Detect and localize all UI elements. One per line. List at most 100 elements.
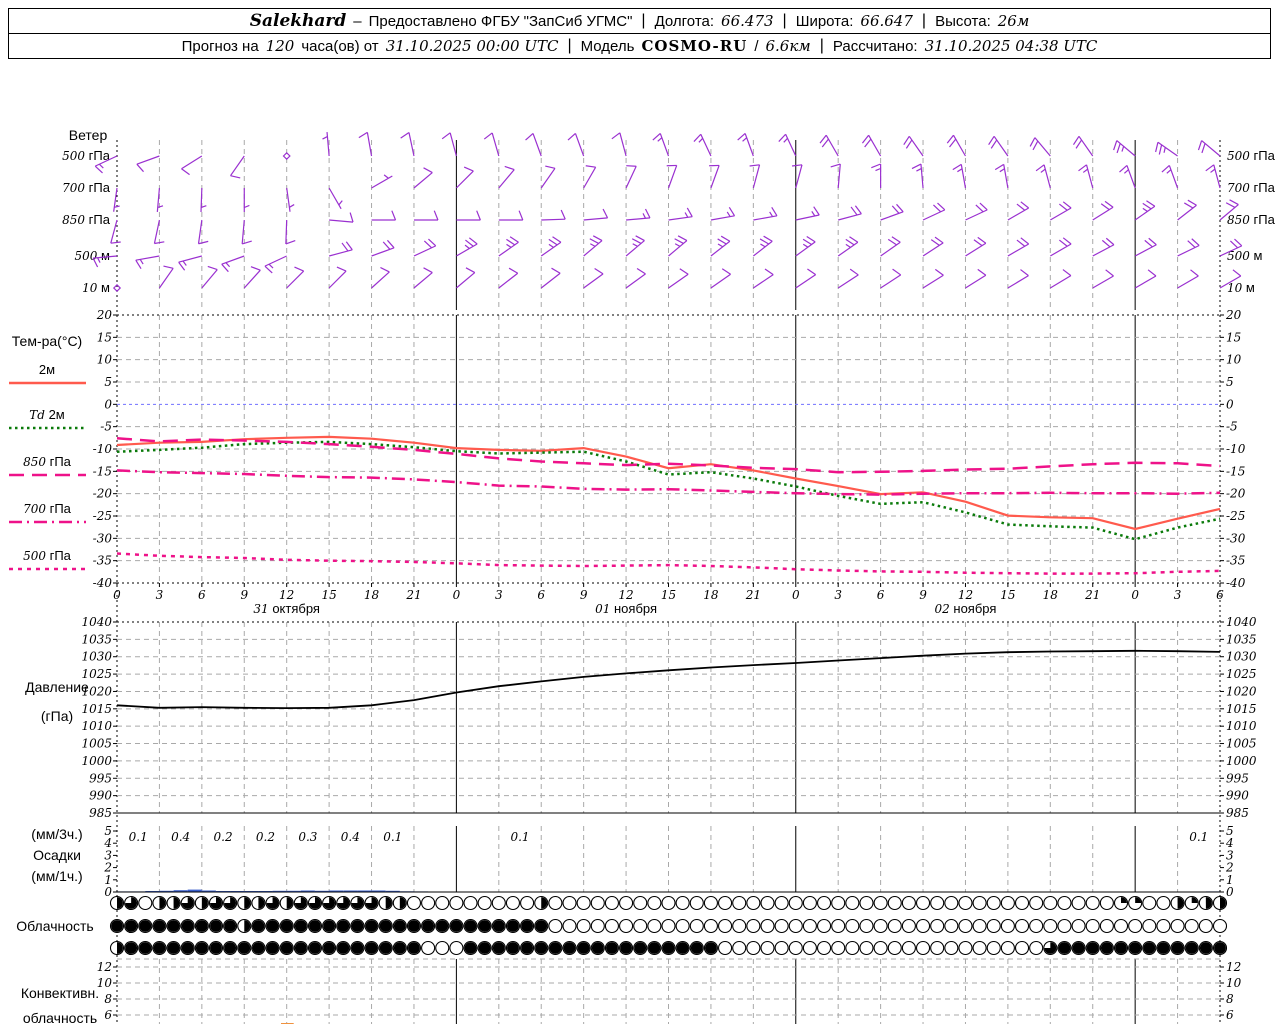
- tick-label: 1010: [1226, 719, 1257, 733]
- tick-label: -15: [93, 464, 112, 478]
- hour-label: 15: [321, 588, 336, 602]
- hour-label: 0: [792, 588, 800, 602]
- tick-label: 990: [89, 789, 112, 803]
- tick-label: 1040: [81, 615, 112, 629]
- longitude-value: 66.473: [721, 12, 774, 30]
- run-datetime: 31.10.2025 00:00 UTC: [385, 37, 559, 55]
- tick-label: 0: [1226, 885, 1234, 899]
- hour-label: 6: [1216, 588, 1224, 602]
- temp-legend-label: 500 гПа: [23, 548, 72, 563]
- hour-label: 15: [1000, 588, 1015, 602]
- tick-label: -10: [93, 442, 113, 456]
- latitude-label: Широта:: [795, 12, 854, 30]
- hour-label: 21: [405, 588, 421, 602]
- cloud-row: [109, 918, 1228, 934]
- hour-label: 6: [537, 588, 545, 602]
- hour-label: 6: [877, 588, 885, 602]
- forecast-mid: часа(ов) от: [301, 37, 379, 55]
- tick-label: 0: [1226, 397, 1234, 411]
- convective-section-title-2: облачность: [23, 1010, 97, 1024]
- tick-label: -40: [93, 576, 113, 590]
- model-name: COSMO-RU: [641, 37, 748, 55]
- header-line-2: Прогноз на 120 часа(ов) от 31.10.2025 00…: [8, 33, 1271, 59]
- wind-level-label-left: 10 м: [82, 280, 110, 295]
- hour-label: 15: [661, 588, 676, 602]
- tick-label: 995: [89, 771, 112, 785]
- cloud-row: [109, 895, 1228, 911]
- calc-label: Рассчитано:: [832, 37, 918, 55]
- tick-label: -15: [1226, 464, 1245, 478]
- hour-label: 21: [745, 588, 761, 602]
- tick-label: 20: [96, 308, 113, 322]
- precip-amount-label: 0.1: [129, 830, 148, 844]
- tick-label: 20: [1225, 308, 1242, 322]
- hour-label: 12: [958, 588, 973, 602]
- hour-label: 3: [834, 588, 842, 602]
- wind-section-title: Ветер: [69, 127, 108, 143]
- provider-label: Предоставлено ФГБУ "ЗапСиб УГМС": [368, 12, 633, 30]
- precip-amount-label: 0.2: [256, 830, 275, 844]
- tick-label: 15: [1226, 330, 1241, 344]
- tick-label: 0: [104, 397, 112, 411]
- temp-legend-label: Td 2м: [29, 407, 65, 422]
- meteogram-page: Salekhard – Предоставлено ФГБУ "ЗапСиб У…: [0, 0, 1280, 1024]
- tick-label: 1005: [1226, 737, 1257, 751]
- tick-label: 1000: [1226, 754, 1257, 768]
- forecast-hours: 120: [265, 37, 295, 55]
- tick-label: -5: [100, 420, 112, 434]
- hour-label: 9: [919, 588, 927, 602]
- wind-barb-row: [112, 265, 1242, 293]
- tick-label: -5: [1226, 420, 1238, 434]
- model-resolution: 6.6км: [765, 37, 811, 55]
- hour-label: 0: [113, 588, 121, 602]
- tick-label: -20: [93, 487, 113, 501]
- tick-label: -20: [1226, 487, 1246, 501]
- hour-label: 9: [580, 588, 588, 602]
- cloud-section-title: Облачность: [16, 918, 93, 934]
- model-label: Модель: [580, 37, 635, 55]
- altitude-label: Высота:: [935, 12, 991, 30]
- wind-barb-row: [94, 131, 1221, 179]
- pressure-unit-label: (гПа): [41, 708, 73, 724]
- hour-label: 3: [1174, 588, 1182, 602]
- tick-label: 1035: [81, 632, 112, 646]
- longitude-label: Долгота:: [654, 12, 715, 30]
- tick-label: 990: [1226, 789, 1249, 803]
- tick-label: -40: [1226, 576, 1246, 590]
- precip-amount-label: 0.1: [510, 830, 529, 844]
- wind-level-label-left: 500 гПа: [62, 148, 111, 163]
- wind-barb-row: [110, 199, 1239, 245]
- tick-label: 5: [1226, 375, 1234, 389]
- tick-label: 6: [104, 1008, 112, 1022]
- hour-label: 3: [156, 588, 164, 602]
- separator: |: [641, 12, 646, 29]
- precip-amount-label: 0.4: [171, 830, 190, 844]
- precip-amount-label: 0.3: [298, 830, 317, 844]
- date-label: 02 ноября: [935, 601, 997, 616]
- precip-amount-label: 0.2: [214, 830, 233, 844]
- tick-label: -10: [1226, 442, 1246, 456]
- tick-label: -25: [1226, 509, 1245, 523]
- tick-label: -35: [93, 554, 112, 568]
- cloud-row: [109, 940, 1228, 956]
- header-line-1: Salekhard – Предоставлено ФГБУ "ЗапСиб У…: [8, 8, 1271, 34]
- wind-level-label-left: 850 гПа: [62, 212, 111, 227]
- tick-label: 985: [89, 806, 112, 820]
- wind-level-label-right: 700 гПа: [1227, 180, 1276, 195]
- header-dash: –: [353, 12, 362, 30]
- hour-label: 18: [1043, 588, 1059, 602]
- tick-label: 1030: [1226, 650, 1257, 664]
- precip-3h-label: (мм/3ч.): [31, 826, 82, 842]
- temp-legend-label: 850 гПа: [23, 454, 72, 469]
- hour-label: 18: [703, 588, 719, 602]
- tick-label: 1010: [81, 719, 112, 733]
- model-slash: /: [754, 37, 759, 55]
- date-label: 31 октября: [253, 601, 320, 616]
- altitude-value: 26м: [997, 12, 1030, 30]
- tick-label: 1020: [1226, 684, 1257, 698]
- wind-level-label-right: 10 м: [1227, 280, 1255, 295]
- tick-label: 1025: [1226, 667, 1257, 681]
- separator: |: [782, 12, 787, 29]
- tick-label: 10: [1226, 976, 1242, 990]
- convective-section-title: Конвективн.: [21, 985, 99, 1001]
